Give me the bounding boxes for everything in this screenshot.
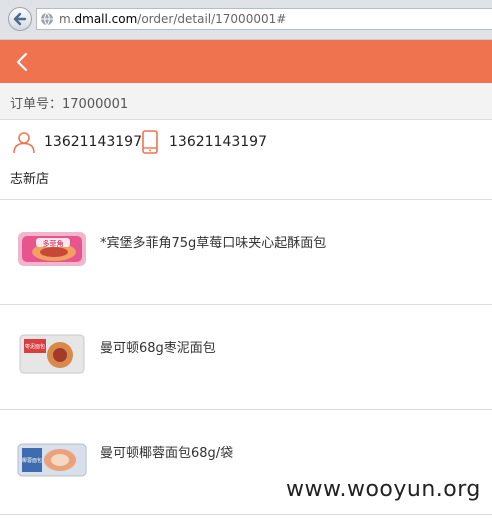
store-name: 志新店 — [10, 172, 50, 187]
globe-icon — [41, 12, 53, 26]
product-name: *宾堡多菲角75g草莓口味夹心起酥面包 — [100, 236, 327, 251]
order-number: 订单号：17000001 — [10, 97, 129, 112]
product-thumbnail: 多菲角 — [18, 232, 86, 266]
browser-back-button[interactable] — [8, 7, 32, 31]
product-name: 曼可顿椰蓉面包68g/袋 — [100, 446, 234, 461]
product-name: 曼可顿68g枣泥面包 — [100, 341, 216, 356]
product-thumbnail: 枣泥面包 — [19, 334, 85, 374]
svg-text:多菲角: 多菲角 — [43, 239, 64, 248]
mobile-phone-icon — [142, 130, 158, 154]
svg-text:椰蓉面包: 椰蓉面包 — [22, 457, 42, 464]
app-header — [0, 40, 492, 83]
arrow-left-icon — [13, 12, 27, 26]
contact-section: 13621143197 13621143197 志新店 — [0, 120, 492, 200]
url-text: m.dmall.com/order/detail/17000001# — [59, 12, 287, 26]
contact-phone: 13621143197 — [44, 134, 142, 150]
contact-mobile: 13621143197 — [169, 134, 267, 150]
back-chevron-icon[interactable] — [14, 51, 30, 73]
url-input[interactable]: m.dmall.com/order/detail/17000001# — [36, 8, 492, 30]
product-row[interactable]: 枣泥面包 曼可顿68g枣泥面包 — [0, 305, 492, 410]
order-number-bar: 订单号：17000001 — [0, 83, 492, 120]
product-row[interactable]: 多菲角 *宾堡多菲角75g草莓口味夹心起酥面包 — [0, 200, 492, 305]
product-thumbnail: 椰蓉面包 — [17, 443, 87, 477]
svg-text:枣泥面包: 枣泥面包 — [25, 343, 45, 350]
person-icon — [13, 132, 35, 154]
browser-address-bar: m.dmall.com/order/detail/17000001# — [0, 0, 492, 40]
watermark: www.wooyun.org — [286, 477, 481, 502]
